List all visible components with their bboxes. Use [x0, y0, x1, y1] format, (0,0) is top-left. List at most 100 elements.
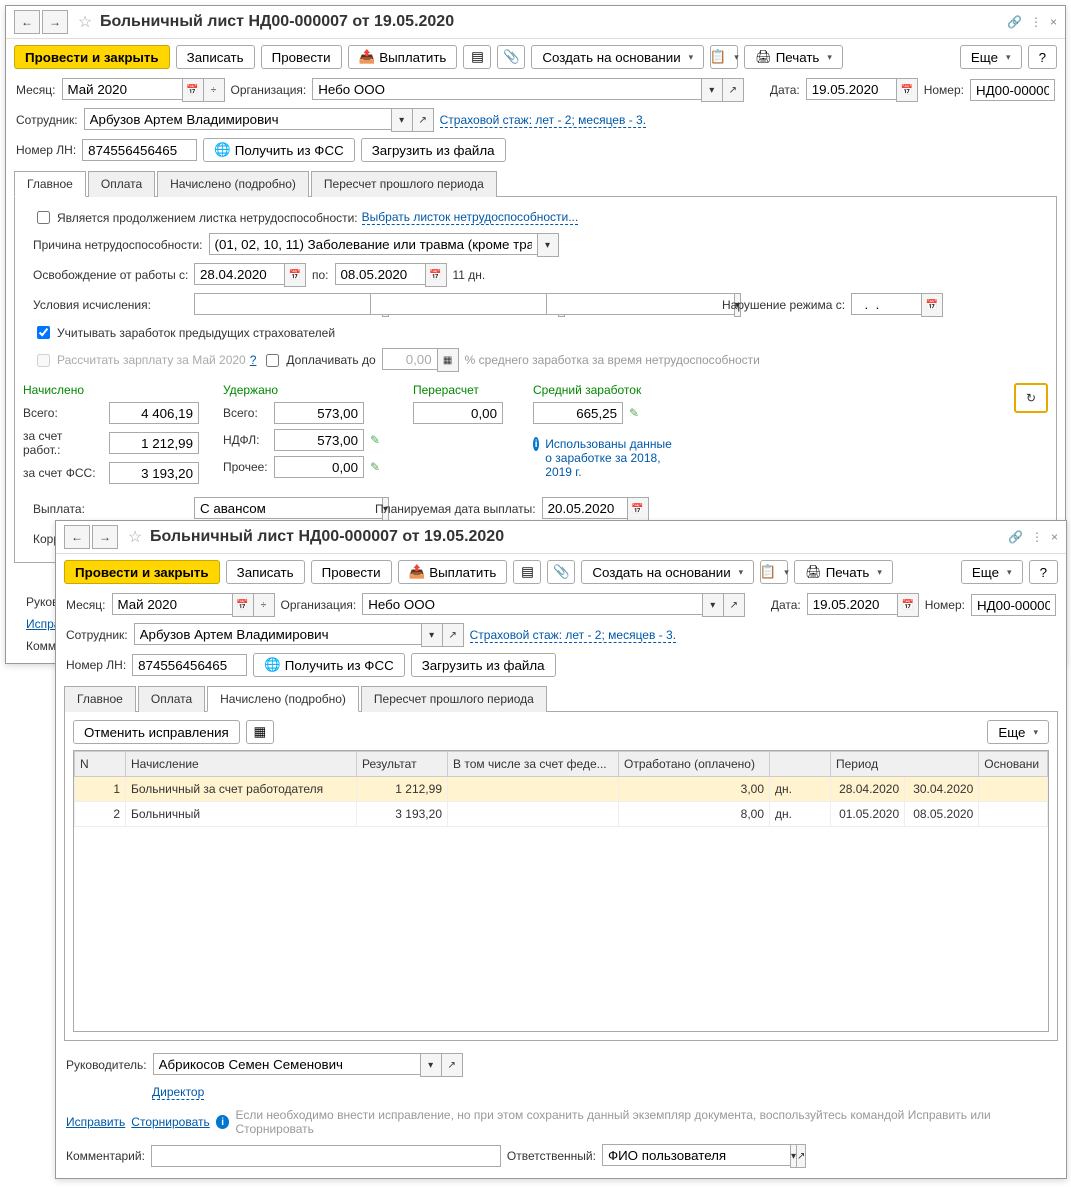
empacc-input[interactable] [109, 432, 199, 454]
pay-button[interactable]: 📤 Выплатить [398, 560, 508, 584]
spin-icon[interactable]: ÷ [204, 78, 225, 102]
emp-input[interactable] [84, 108, 391, 130]
refresh-button[interactable]: ↻ [1014, 383, 1048, 413]
post-close-button[interactable]: Провести и закрыть [14, 45, 170, 69]
print-button[interactable]: 🖨 Печать [794, 560, 893, 584]
cal-icon[interactable]: 📅 [896, 78, 918, 102]
tab-main[interactable]: Главное [14, 171, 86, 197]
fix-link[interactable]: Исправить [66, 1115, 125, 1129]
to-input[interactable] [335, 263, 425, 285]
create-based-button[interactable]: Создать на основании [581, 560, 754, 584]
tab-pay[interactable]: Оплата [88, 171, 155, 197]
load-file-button[interactable]: Загрузить из файла [361, 138, 506, 162]
print-button[interactable]: 🖨 Печать [744, 45, 843, 69]
nav-back[interactable]: ← [64, 525, 90, 549]
nav-forward[interactable]: → [42, 10, 68, 34]
date-input[interactable] [807, 593, 897, 615]
position-link[interactable]: Директор [152, 1085, 204, 1100]
post-button[interactable]: Провести [261, 45, 342, 69]
more-button[interactable]: Еще [960, 45, 1022, 69]
link-icon[interactable]: 🔗 [1007, 15, 1022, 29]
menu-icon[interactable]: ⋮ [1031, 530, 1043, 544]
table-row[interactable]: 2Больничный3 193,208,00дн.01.05.202008.0… [75, 802, 1048, 827]
create-based-button[interactable]: Создать на основании [531, 45, 704, 69]
link-icon[interactable]: 🔗 [1008, 530, 1023, 544]
pay-button[interactable]: 📤 Выплатить [348, 45, 458, 69]
from-input[interactable] [194, 263, 284, 285]
prev-insurer-checkbox[interactable] [37, 326, 50, 339]
save-button[interactable]: Записать [226, 560, 305, 584]
select-leaf-link[interactable]: Выбрать листок нетрудоспособности... [362, 210, 579, 225]
report-icon[interactable]: ▤ [513, 560, 541, 584]
recalc-input[interactable] [413, 402, 503, 424]
nav-forward[interactable]: → [92, 525, 118, 549]
detail-grid[interactable]: N Начисление Результат В том числе за сч… [73, 750, 1049, 1032]
more-button[interactable]: Еще [961, 560, 1023, 584]
violation-input[interactable] [851, 293, 921, 315]
fssacc-input[interactable] [109, 462, 199, 484]
post-button[interactable]: Провести [311, 560, 392, 584]
extra-input[interactable] [382, 348, 437, 370]
attach-icon[interactable]: 📎 [497, 45, 525, 69]
columns-icon[interactable]: ▦ [246, 720, 274, 744]
payout-input[interactable] [194, 497, 382, 519]
dropdown-icon[interactable]: ▾ [701, 78, 723, 102]
help-button[interactable]: ? [1028, 45, 1057, 69]
tab-recalc[interactable]: Пересчет прошлого периода [361, 686, 547, 712]
total-input[interactable] [109, 402, 199, 424]
dedtotal-input[interactable] [274, 402, 364, 424]
load-file-button[interactable]: Загрузить из файла [411, 653, 556, 677]
tab-detail[interactable]: Начислено (подробно) [157, 171, 309, 197]
comment-input[interactable] [151, 1145, 501, 1167]
menu-icon[interactable]: ⋮ [1030, 15, 1042, 29]
other-input[interactable] [274, 456, 364, 478]
cond1-input[interactable] [194, 293, 382, 315]
cond2-input[interactable] [370, 293, 558, 315]
tab-main[interactable]: Главное [64, 686, 136, 712]
more-button[interactable]: Еще [987, 720, 1049, 744]
reason-input[interactable] [209, 233, 537, 255]
ndfl-input[interactable] [274, 429, 364, 451]
close-icon[interactable]: × [1051, 530, 1058, 544]
pencil-icon[interactable]: ✎ [629, 406, 639, 420]
favorite-icon[interactable]: ☆ [74, 11, 96, 33]
cal-icon[interactable]: 📅 [182, 78, 204, 102]
avg-input[interactable] [533, 402, 623, 424]
post-close-button[interactable]: Провести и закрыть [64, 560, 220, 584]
tab-recalc[interactable]: Пересчет прошлого периода [311, 171, 497, 197]
cancel-corrections-button[interactable]: Отменить исправления [73, 720, 240, 744]
close-icon[interactable]: × [1050, 15, 1057, 29]
continuation-checkbox[interactable] [37, 211, 50, 224]
extra-checkbox[interactable] [266, 354, 279, 367]
planned-input[interactable] [542, 497, 627, 519]
fss-button[interactable]: 🌐 Получить из ФСС [253, 653, 405, 677]
table-row[interactable]: 1Больничный за счет работодателя1 212,99… [75, 777, 1048, 802]
month-input[interactable] [62, 78, 182, 100]
fss-button[interactable]: 🌐 Получить из ФСС [203, 138, 355, 162]
copy-icon[interactable]: 📋 [710, 45, 738, 69]
emp-input[interactable] [134, 623, 421, 645]
manager-input[interactable] [153, 1053, 420, 1075]
storno-link[interactable]: Сторнировать [131, 1115, 209, 1129]
attach-icon[interactable]: 📎 [547, 560, 575, 584]
save-button[interactable]: Записать [176, 45, 255, 69]
org-input[interactable] [312, 78, 701, 100]
open-icon[interactable]: ↗ [723, 78, 744, 102]
date-input[interactable] [806, 78, 896, 100]
org-input[interactable] [362, 593, 702, 615]
stazh-link[interactable]: Страховой стаж: лет - 2; месяцев - 3. [470, 628, 676, 643]
pencil-icon[interactable]: ✎ [370, 433, 380, 447]
pencil-icon[interactable]: ✎ [370, 460, 380, 474]
cond3-input[interactable] [546, 293, 734, 315]
nav-back[interactable]: ← [14, 10, 40, 34]
copy-icon[interactable]: 📋 [760, 560, 788, 584]
tab-pay[interactable]: Оплата [138, 686, 205, 712]
tab-detail[interactable]: Начислено (подробно) [207, 686, 359, 712]
num-input[interactable] [970, 79, 1055, 101]
help-button[interactable]: ? [1029, 560, 1058, 584]
month-input[interactable] [112, 593, 232, 615]
stazh-link[interactable]: Страховой стаж: лет - 2; месяцев - 3. [440, 113, 646, 128]
responsible-input[interactable] [602, 1144, 790, 1166]
ln-input[interactable] [82, 139, 197, 161]
ln-input[interactable] [132, 654, 247, 676]
